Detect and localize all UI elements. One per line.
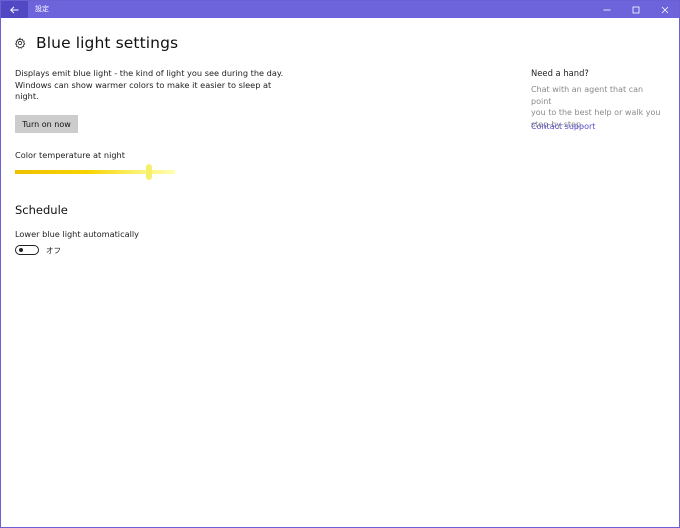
color-temperature-label: Color temperature at night: [15, 150, 125, 160]
toggle-knob: [19, 247, 23, 252]
color-temperature-slider[interactable]: [15, 164, 175, 180]
lower-blue-light-toggle[interactable]: [15, 245, 39, 255]
color-temperature-thumb[interactable]: [146, 164, 153, 180]
page-title: Blue light settings: [36, 34, 179, 52]
back-button[interactable]: [1, 1, 28, 18]
toggle-state-label: オフ: [46, 246, 61, 255]
back-arrow-icon: [10, 5, 19, 14]
maximize-icon: [632, 6, 639, 13]
window-controls: [592, 1, 679, 18]
turn-on-now-button[interactable]: Turn on now: [15, 115, 78, 133]
lower-blue-light-label: Lower blue light automatically: [15, 229, 139, 239]
description-text: Displays emit blue light - the kind of l…: [15, 68, 284, 101]
close-button[interactable]: [650, 1, 679, 18]
contact-support-link[interactable]: Contact support: [531, 121, 595, 132]
minimize-button[interactable]: [592, 1, 621, 18]
settings-window: 設定 Blue light settings Displays emit blu…: [0, 0, 680, 528]
maximize-button[interactable]: [621, 1, 650, 18]
app-title: 設定: [35, 5, 49, 13]
help-title: Need a hand?: [531, 68, 589, 78]
schedule-heading: Schedule: [15, 203, 68, 217]
page-header: Blue light settings: [14, 33, 178, 53]
gear-icon: [15, 37, 26, 49]
minimize-icon: [603, 9, 610, 10]
title-bar: 設定: [1, 1, 679, 18]
close-icon: [661, 6, 668, 13]
